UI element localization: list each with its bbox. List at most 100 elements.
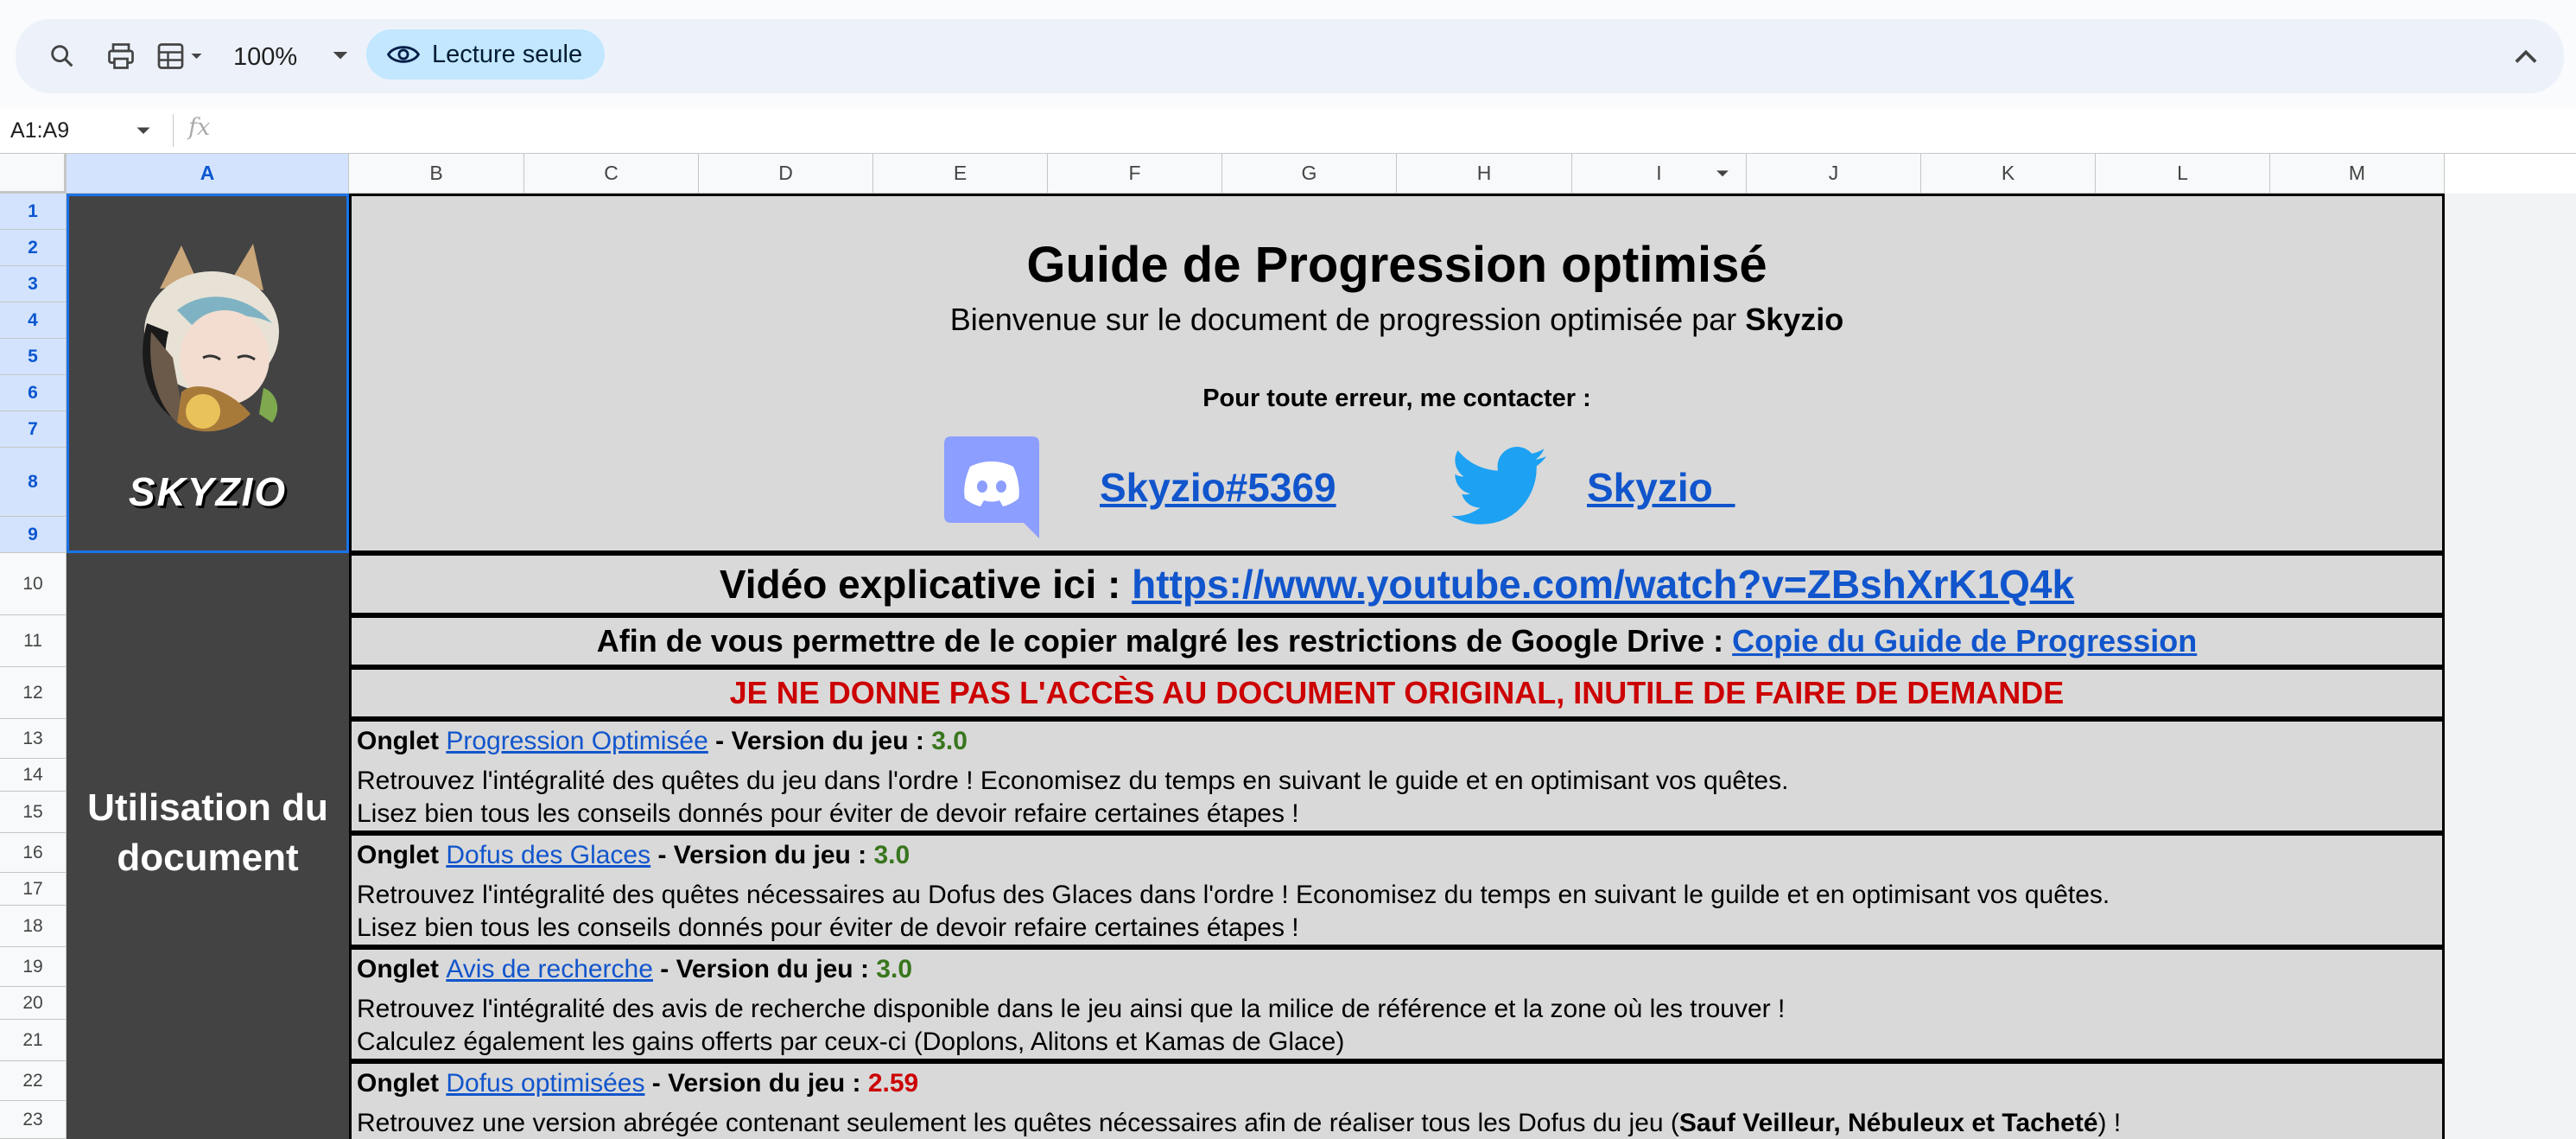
zoom-select[interactable]: 100% <box>233 38 348 76</box>
section-title: Onglet Dofus des Glaces - Version du jeu… <box>357 841 910 870</box>
version-value: 3.0 <box>876 955 913 983</box>
name-box[interactable]: A1:A9 <box>10 111 150 150</box>
row-header-16[interactable]: 16 <box>0 833 67 873</box>
row-header-13[interactable]: 13 <box>0 719 67 759</box>
readonly-badge[interactable]: Lecture seule <box>366 29 606 80</box>
section-link-progression[interactable]: Progression Optimisée <box>446 727 707 755</box>
row-header-19[interactable]: 19 <box>0 947 67 987</box>
copy-line: Afin de vous permettre de le copier malg… <box>597 623 2197 659</box>
row-header-11[interactable]: 11 <box>0 615 67 667</box>
column-header-e[interactable]: E <box>873 154 1048 194</box>
logo-cell[interactable]: SKYZIO <box>67 194 349 553</box>
section-line-2: Calculez également les gains offerts par… <box>357 1028 1345 1056</box>
row-header-21[interactable]: 21 <box>0 1020 67 1061</box>
section-prefix: Onglet <box>357 955 447 983</box>
section-dofus-glaces[interactable]: Onglet Dofus des Glaces - Version du jeu… <box>349 833 2445 947</box>
version-value: 2.59 <box>867 1069 919 1098</box>
version-label: - Version du jeu : <box>707 727 932 755</box>
twitter-icon <box>1450 447 1547 525</box>
column-header-k[interactable]: K <box>1921 154 2096 194</box>
search-icon[interactable] <box>43 37 81 75</box>
section-line-1: Retrouvez l'intégralité des quêtes du je… <box>357 767 1789 795</box>
eye-icon <box>387 46 420 63</box>
filter-dropdown-icon[interactable] <box>1715 169 1730 179</box>
author-name: Skyzio <box>1745 302 1844 337</box>
copy-link[interactable]: Copie du Guide de Progression <box>1732 623 2197 659</box>
row-header-17[interactable]: 17 <box>0 873 67 906</box>
copy-label: Afin de vous permettre de le copier malg… <box>596 623 1733 659</box>
page-title: Guide de Progression optimisé <box>1026 237 1767 293</box>
column-header-a[interactable]: A <box>67 154 349 194</box>
skyzio-logo <box>143 244 279 432</box>
row-header-10[interactable]: 10 <box>0 553 67 615</box>
version-value: 3.0 <box>931 727 968 755</box>
copy-cell[interactable]: Afin de vous permettre de le copier malg… <box>349 615 2445 667</box>
row-header-5[interactable]: 5 <box>0 339 67 375</box>
divider <box>173 114 174 147</box>
column-header-j[interactable]: J <box>1747 154 1921 194</box>
section-line-1: Retrouvez une version abrégée contenant … <box>357 1109 2121 1138</box>
column-header-h[interactable]: H <box>1397 154 1572 194</box>
column-header-l[interactable]: L <box>2096 154 2270 194</box>
discord-link[interactable]: Skyzio#5369 <box>1100 464 1336 511</box>
version-label: - Version du jeu : <box>650 841 874 869</box>
row-header-8[interactable]: 8 <box>0 448 67 517</box>
format-options-icon[interactable] <box>152 37 213 75</box>
warning-text: JE NE DONNE PAS L'ACCÈS AU DOCUMENT ORIG… <box>729 675 2065 710</box>
header-cell[interactable]: Guide de Progression optimisé Bienvenue … <box>349 194 2445 553</box>
column-header-g[interactable]: G <box>1222 154 1397 194</box>
select-all-corner[interactable] <box>0 154 67 194</box>
usage-label-cell[interactable]: Utilisation du document <box>67 553 349 1139</box>
column-header-i[interactable]: I <box>1572 154 1747 194</box>
column-header-d[interactable]: D <box>699 154 873 194</box>
section-dofus-optimisees[interactable]: Onglet Dofus optimisées - Version du jeu… <box>349 1061 2445 1139</box>
row-header-18[interactable]: 18 <box>0 906 67 947</box>
twitter-link[interactable]: Skyzio_ <box>1587 464 1735 511</box>
formula-bar: A1:A9 fx <box>0 107 2576 154</box>
row-header-7[interactable]: 7 <box>0 411 67 448</box>
section-prefix: Onglet <box>357 841 447 869</box>
section-link-dofus-optimisees[interactable]: Dofus optimisées <box>446 1069 644 1098</box>
column-header-b[interactable]: B <box>349 154 524 194</box>
row-header-15[interactable]: 15 <box>0 792 67 833</box>
column-header-i-label: I <box>1656 162 1662 184</box>
column-header-m[interactable]: M <box>2270 154 2445 194</box>
video-cell[interactable]: Vidéo explicative ici : https://www.yout… <box>349 553 2445 615</box>
warning-cell[interactable]: JE NE DONNE PAS L'ACCÈS AU DOCUMENT ORIG… <box>349 667 2445 719</box>
row-header-12[interactable]: 12 <box>0 667 67 719</box>
name-box-value: A1:A9 <box>10 118 70 143</box>
collapse-toolbar-icon[interactable] <box>2507 37 2545 75</box>
line-prefix: Retrouvez une version abrégée contenant … <box>357 1109 1679 1137</box>
section-progression[interactable]: Onglet Progression Optimisée - Version d… <box>349 719 2445 833</box>
spreadsheet-grid: A B C D E F G H I J K L M 1 2 3 4 5 6 7 … <box>0 154 2576 1139</box>
row-header-1[interactable]: 1 <box>0 194 67 230</box>
column-header-f[interactable]: F <box>1048 154 1222 194</box>
formula-input[interactable] <box>233 112 2566 149</box>
row-header-6[interactable]: 6 <box>0 375 67 411</box>
section-link-avis-recherche[interactable]: Avis de recherche <box>446 955 653 983</box>
row-header-2[interactable]: 2 <box>0 230 67 266</box>
column-header-c[interactable]: C <box>524 154 699 194</box>
version-value: 3.0 <box>873 841 910 869</box>
section-title: Onglet Dofus optimisées - Version du jeu… <box>357 1069 918 1098</box>
video-link[interactable]: https://www.youtube.com/watch?v=ZBshXrK1… <box>1132 562 2074 607</box>
readonly-label: Lecture seule <box>432 41 583 68</box>
print-icon[interactable] <box>102 37 140 75</box>
row-header-20[interactable]: 20 <box>0 987 67 1020</box>
row-header-9[interactable]: 9 <box>0 517 67 553</box>
logo-text: SKYZIO <box>128 469 288 514</box>
fx-icon: fx <box>188 114 211 141</box>
row-header-14[interactable]: 14 <box>0 759 67 792</box>
row-header-23[interactable]: 23 <box>0 1101 67 1139</box>
zoom-value: 100% <box>233 43 298 71</box>
section-line-1: Retrouvez l'intégralité des avis de rech… <box>357 995 1786 1023</box>
row-header-4[interactable]: 4 <box>0 302 67 339</box>
row-header-3[interactable]: 3 <box>0 266 67 302</box>
section-avis-recherche[interactable]: Onglet Avis de recherche - Version du je… <box>349 947 2445 1061</box>
discord-icon <box>944 436 1039 538</box>
row-header-22[interactable]: 22 <box>0 1061 67 1101</box>
section-link-dofus-glaces[interactable]: Dofus des Glaces <box>446 841 650 869</box>
video-line: Vidéo explicative ici : https://www.yout… <box>720 561 2074 608</box>
toolbar-area: 100% Lecture seule <box>0 0 2576 107</box>
section-line-2: Lisez bien tous les conseils donnés pour… <box>357 799 1299 828</box>
